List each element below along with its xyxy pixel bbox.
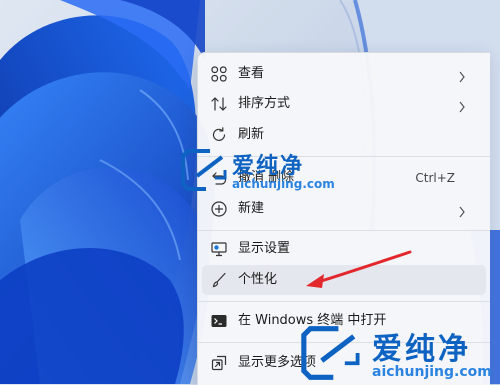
menu-item-label: 新建 — [238, 201, 265, 216]
menu-item-new[interactable]: 新建 — [202, 194, 486, 224]
menu-item-sort-by[interactable]: 排序方式 — [202, 89, 486, 119]
more-options-icon — [210, 354, 228, 372]
chevron-right-icon — [458, 203, 466, 218]
watermark-url: aichunjing.com — [232, 177, 335, 191]
watermark-small: 爱纯净 aichunjing.com — [180, 148, 340, 196]
personalize-brush-icon — [210, 271, 228, 289]
menu-item-view[interactable]: 查看 — [202, 59, 486, 89]
terminal-icon — [210, 312, 228, 330]
annotation-arrow — [306, 250, 412, 288]
menu-item-label: 刷新 — [238, 127, 265, 142]
menu-item-refresh[interactable]: 刷新 — [202, 120, 486, 150]
chevron-right-icon — [458, 68, 466, 83]
refresh-icon — [210, 126, 228, 144]
menu-separator — [198, 301, 490, 302]
menu-item-label: 排序方式 — [238, 96, 291, 111]
watermark-brand: 爱纯净 — [232, 154, 305, 179]
watermark-url: aichunjing.com — [372, 364, 492, 380]
new-plus-icon — [210, 200, 228, 218]
watermark-logo-icon — [301, 326, 360, 380]
menu-item-label: 个性化 — [238, 272, 278, 287]
display-settings-icon — [210, 240, 228, 258]
sort-icon — [210, 95, 228, 113]
menu-separator — [198, 230, 490, 231]
menu-item-label: 显示设置 — [238, 241, 291, 256]
watermark-logo-icon — [181, 149, 227, 191]
menu-item-shortcut: Ctrl+Z — [415, 171, 455, 185]
menu-item-label: 查看 — [238, 66, 265, 81]
watermark-brand: 爱纯净 — [372, 332, 471, 367]
watermark-large: 爱纯净 aichunjing.com — [300, 322, 500, 384]
grid-view-icon — [210, 65, 228, 83]
chevron-right-icon — [458, 98, 466, 113]
